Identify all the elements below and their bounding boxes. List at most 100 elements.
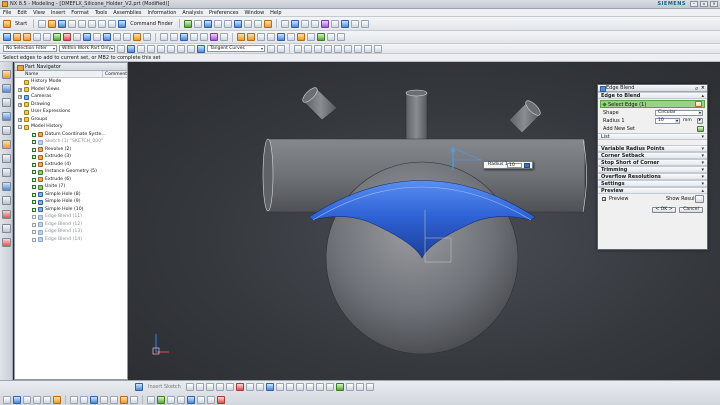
- line-icon[interactable]: [277, 33, 285, 41]
- background-icon[interactable]: [350, 19, 359, 28]
- sketch-intersect-icon[interactable]: [365, 383, 374, 391]
- unite-icon[interactable]: [53, 33, 61, 41]
- sketch-arc-icon[interactable]: [205, 383, 214, 391]
- subtract-icon[interactable]: [63, 33, 71, 41]
- assembly-constraints-icon[interactable]: [177, 395, 185, 404]
- select-edge-icon[interactable]: [695, 101, 702, 107]
- list-group[interactable]: List ▾: [598, 133, 707, 140]
- constraint-navigator-icon[interactable]: [1, 98, 11, 107]
- feature-checkbox[interactable]: [32, 185, 36, 189]
- close-window-button[interactable]: ×: [710, 1, 718, 7]
- tree-node[interactable]: - Model History: [15, 123, 127, 131]
- sketch-constraint-icon[interactable]: [335, 383, 344, 391]
- snap-existing-point-icon[interactable]: [354, 44, 362, 53]
- tree-node[interactable]: Instance Geometry (5): [15, 168, 127, 176]
- tree-node[interactable]: Sketch (1) "SKETCH_000": [15, 138, 127, 146]
- feature-checkbox[interactable]: [32, 237, 36, 242]
- draft-icon[interactable]: [190, 33, 198, 41]
- menu-edit[interactable]: Edit: [17, 10, 27, 16]
- translucency-icon[interactable]: [130, 395, 138, 404]
- move-component-icon[interactable]: [147, 395, 155, 404]
- shaded-icon[interactable]: [253, 19, 262, 28]
- edit-feature-icon[interactable]: [237, 33, 245, 41]
- start-icon[interactable]: [3, 19, 11, 28]
- trimming-group[interactable]: Trimming ▾: [598, 166, 707, 173]
- edge-to-blend-group[interactable]: Edge to Blend ▴: [598, 92, 707, 99]
- tree-expander-icon[interactable]: +: [18, 102, 22, 107]
- text-icon[interactable]: [337, 33, 345, 41]
- tree-node[interactable]: Datum Coordinate Syste...: [15, 131, 127, 139]
- feature-checkbox[interactable]: [32, 147, 36, 152]
- select-all-icon[interactable]: [117, 44, 125, 53]
- studio-icon[interactable]: [100, 395, 108, 404]
- snap-arc-center-icon[interactable]: [334, 44, 342, 53]
- offset-face-icon[interactable]: [180, 33, 188, 41]
- feature-checkbox[interactable]: [32, 192, 36, 197]
- sketch-fillet-icon[interactable]: [225, 383, 234, 391]
- maximize-button[interactable]: ▫: [700, 1, 708, 7]
- tree-node[interactable]: Revolve (2): [15, 146, 127, 154]
- view-trimetric-icon[interactable]: [53, 395, 61, 404]
- body-selection-icon[interactable]: [167, 44, 175, 53]
- cancel-button[interactable]: Cancel: [679, 207, 703, 213]
- feature-selection-icon[interactable]: [137, 44, 145, 53]
- show-hide-icon[interactable]: [290, 19, 299, 28]
- feature-checkbox[interactable]: [32, 200, 36, 204]
- tree-expander-icon[interactable]: +: [18, 95, 22, 99]
- corner-setback-group[interactable]: Corner Setback ▾: [598, 152, 707, 159]
- edit-section-icon[interactable]: [263, 19, 272, 28]
- view-top-icon[interactable]: [23, 395, 31, 404]
- sketch-circle-icon[interactable]: [215, 383, 224, 391]
- curve-rule-dropdown[interactable]: Tangent Curves: [207, 45, 265, 52]
- boss-icon[interactable]: [93, 33, 101, 41]
- minimize-button[interactable]: –: [690, 1, 698, 7]
- system-materials-icon[interactable]: [1, 168, 11, 177]
- menu-insert[interactable]: Insert: [51, 10, 65, 16]
- new-file-icon[interactable]: [38, 19, 47, 28]
- snap-intersection-icon[interactable]: [324, 44, 332, 53]
- part-navigator-icon[interactable]: [1, 84, 11, 93]
- feature-checkbox[interactable]: [32, 170, 36, 174]
- redo-icon[interactable]: [108, 19, 117, 28]
- sketch-extend-icon[interactable]: [315, 383, 324, 391]
- tree-node[interactable]: History Mode: [15, 78, 127, 86]
- zoom-icon[interactable]: [213, 19, 222, 28]
- sketch-point-icon[interactable]: [255, 383, 264, 391]
- tree-expander-icon[interactable]: +: [18, 87, 22, 92]
- history-icon[interactable]: [1, 154, 11, 163]
- assembly-navigator-icon[interactable]: [1, 70, 11, 79]
- partial-shading-icon[interactable]: [120, 395, 128, 404]
- menu-window[interactable]: Window: [244, 10, 264, 16]
- menu-format[interactable]: Format: [71, 10, 89, 16]
- deselect-icon[interactable]: [187, 44, 195, 53]
- insert-sketch-icon[interactable]: [135, 383, 143, 391]
- edge-blend-icon[interactable]: [103, 33, 111, 41]
- through-curves-icon[interactable]: [220, 33, 228, 41]
- rotate-icon[interactable]: [233, 19, 242, 28]
- radius-callout[interactable]: Radius 1 10: [483, 161, 533, 169]
- close-icon[interactable]: ×: [701, 85, 705, 92]
- sketch-pattern-icon[interactable]: [285, 383, 294, 391]
- sketch-icon[interactable]: [3, 33, 11, 41]
- wcs-icon[interactable]: [183, 19, 192, 28]
- tree-node[interactable]: Edge Blend (14): [15, 236, 127, 244]
- curve-offset-icon[interactable]: [307, 33, 315, 41]
- feature-checkbox[interactable]: [32, 215, 36, 219]
- sketch-mirror-icon[interactable]: [295, 383, 304, 391]
- sketch-trim-icon[interactable]: [305, 383, 314, 391]
- sketch-dimension-icon[interactable]: [345, 383, 354, 391]
- save-icon[interactable]: [58, 19, 67, 28]
- menu-view[interactable]: View: [33, 10, 45, 16]
- feature-checkbox[interactable]: [32, 230, 36, 234]
- command-finder-button[interactable]: Command Finder: [130, 21, 173, 27]
- hole-icon[interactable]: [83, 33, 91, 41]
- sketch-rectangle-icon[interactable]: [235, 383, 244, 391]
- add-component-icon[interactable]: [157, 395, 165, 404]
- reuse-library-icon[interactable]: [1, 112, 11, 121]
- show-result-icon[interactable]: [695, 195, 704, 203]
- component-selection-icon[interactable]: [177, 44, 185, 53]
- sketch-polygon-icon[interactable]: [245, 383, 254, 391]
- shell-icon[interactable]: [123, 33, 131, 41]
- intersect-icon[interactable]: [73, 33, 81, 41]
- feature-checkbox[interactable]: [32, 222, 36, 227]
